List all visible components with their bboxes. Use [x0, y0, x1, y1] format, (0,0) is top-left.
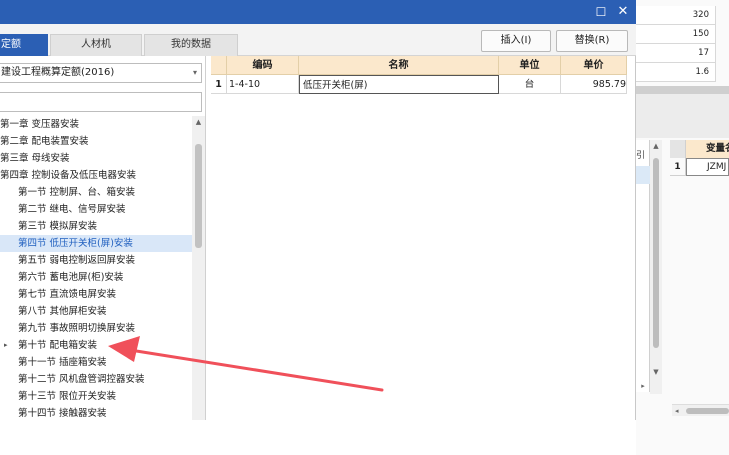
- tree-item-label: 第十三节 限位开关安装: [18, 391, 117, 402]
- tree-scroll-thumb[interactable]: [195, 144, 202, 248]
- tree-item-label: 第六节 蓄电池屏(柜)安装: [18, 272, 124, 283]
- scroll-left-icon[interactable]: ◂: [675, 405, 679, 417]
- bg-left-column: 引: [636, 140, 650, 392]
- tree-item[interactable]: 第七节 直流馈电屏安装: [0, 286, 192, 303]
- table-header-price: 单价: [561, 56, 627, 75]
- table-cell-unit[interactable]: 台: [499, 75, 561, 94]
- search-input[interactable]: [0, 92, 202, 112]
- library-select[interactable]: 建设工程概算定额(2016) ▾: [0, 63, 202, 83]
- tree-item-label: 第一章 变压器安装: [0, 119, 80, 130]
- tree-item[interactable]: 第十二节 风机盘管调控器安装: [0, 371, 192, 388]
- tree-item[interactable]: 第四章 控制设备及低压电器安装: [0, 167, 192, 184]
- tree-item[interactable]: 第二节 继电、信号屏安装: [0, 201, 192, 218]
- bg-grid-corner: [670, 140, 686, 158]
- tree-item-label: 第十二节 风机盘管调控器安装: [18, 374, 145, 385]
- bg-selected-row: [636, 166, 650, 184]
- tree-item-label: 第九节 事故照明切换屏安装: [18, 323, 136, 334]
- tree-item[interactable]: 第二章 配电装置安装: [0, 133, 192, 150]
- table-cell-name[interactable]: 低压开关柜(屏): [299, 75, 499, 94]
- tree-item[interactable]: 第三节 模拟屏安装: [0, 218, 192, 235]
- table-row-number[interactable]: 1: [211, 75, 227, 94]
- tree-item[interactable]: 第十三节 限位开关安装: [0, 388, 192, 405]
- table-cell-code[interactable]: 1-4-10: [227, 75, 299, 94]
- left-panel: 建设工程概算定额(2016) ▾ 第一章 变压器安装 第二章 配电装置安装 第三章 …: [0, 56, 206, 420]
- chevron-down-icon[interactable]: ▾: [193, 64, 197, 82]
- tree-item[interactable]: 第六节 蓄电池屏(柜)安装: [0, 269, 192, 286]
- table-header-unit: 单位: [499, 56, 561, 75]
- bg-row-cell[interactable]: JZMJ: [686, 158, 729, 176]
- tree-item-label: 第三节 模拟屏安装: [18, 221, 98, 232]
- bg-cell: 17: [636, 44, 716, 63]
- tree-item-label: 第八节 其他屏柜安装: [18, 306, 107, 317]
- tree-item-label: 第四章 控制设备及低压电器安装: [0, 170, 137, 181]
- table-header-index: [211, 56, 227, 75]
- quota-table: 编码 名称 单位 单价 1 1-4-10 低压开关柜(屏) 台 985.79: [211, 56, 627, 420]
- bg-cell: 1.6: [636, 63, 716, 82]
- bg-row-number: 1: [670, 158, 686, 176]
- tab-my-data[interactable]: 我的数据: [144, 34, 238, 56]
- chevron-right-icon[interactable]: ▸: [4, 337, 8, 354]
- tree-item[interactable]: 第四节 低压开关柜(屏)安装: [0, 235, 192, 252]
- tab-labor-material-machine[interactable]: 人材机: [50, 34, 142, 56]
- title-bar: ☐ ✕: [0, 0, 636, 24]
- table-header-code: 编码: [227, 56, 299, 75]
- close-icon[interactable]: ✕: [612, 0, 634, 24]
- scroll-up-icon[interactable]: ▲: [650, 142, 662, 150]
- tree-item[interactable]: ▸ 第十节 配电箱安装: [0, 337, 192, 354]
- tree-item-label: 第二节 继电、信号屏安装: [18, 204, 126, 215]
- bg-hscroll-thumb[interactable]: [686, 408, 729, 414]
- tab-quota[interactable]: 定额: [0, 34, 48, 56]
- insert-button[interactable]: 插入(I): [481, 30, 551, 52]
- scroll-down-icon[interactable]: ▼: [650, 368, 662, 376]
- tree-scrollbar[interactable]: ▲: [192, 116, 205, 420]
- tree-item-label: 第五节 弱电控制返回屏安装: [18, 255, 136, 266]
- table-cell-price[interactable]: 985.79: [561, 75, 627, 94]
- replace-button[interactable]: 替换(R): [556, 30, 628, 52]
- table-header-name: 名称: [299, 56, 499, 75]
- tree-item-label: 第三章 母线安装: [0, 153, 70, 164]
- tree-item-label: 第十四节 接触器安装: [18, 408, 107, 419]
- tree-item-label: 第四节 低压开关柜(屏)安装: [18, 238, 133, 249]
- tree-item[interactable]: 第三章 母线安装: [0, 150, 192, 167]
- tree-item-label: 第十一节 插座箱安装: [18, 357, 107, 368]
- scroll-right-icon[interactable]: ▸: [636, 378, 650, 394]
- tree-item-label: 第一节 控制屏、台、箱安装: [18, 187, 136, 198]
- tree-item[interactable]: 第五节 弱电控制返回屏安装: [0, 252, 192, 269]
- scroll-up-icon[interactable]: ▲: [192, 118, 205, 126]
- bg-left-column-header: 引: [636, 151, 646, 161]
- bg-horizontal-scrollbar[interactable]: ◂: [672, 404, 729, 416]
- chapter-tree: 第一章 变压器安装 第二章 配电装置安装 第三章 母线安装第四章 控制设备及低压电器…: [0, 116, 192, 420]
- tree-item[interactable]: 第一章 变压器安装: [0, 116, 192, 133]
- bg-panel: [636, 94, 729, 138]
- tree-item[interactable]: 第十一节 插座箱安装: [0, 354, 192, 371]
- library-select-value: 建设工程概算定额(2016): [1, 67, 115, 78]
- bg-grid-header: 变量名: [686, 140, 729, 158]
- tree-item[interactable]: 第八节 其他屏柜安装: [0, 303, 192, 320]
- tree-item-label: 第七节 直流馈电屏安装: [18, 289, 117, 300]
- tree-item[interactable]: 第一节 控制屏、台、箱安装: [0, 184, 192, 201]
- screen: 320 150 17 1.6 引 ▲ ▼ ▸ 变量名 1 JZMJ ◂ ☐ ✕ …: [0, 0, 729, 455]
- bg-vertical-scrollbar[interactable]: ▲ ▼: [650, 140, 662, 394]
- quota-dialog: ☐ ✕ 定额 人材机 我的数据 插入(I) 替换(R) 建设工程概算定额(201…: [0, 0, 636, 420]
- bg-splitter[interactable]: [636, 86, 729, 94]
- bg-cell: 150: [636, 25, 716, 44]
- maximize-icon[interactable]: ☐: [590, 0, 612, 24]
- tree-item[interactable]: 第十四节 接触器安装: [0, 405, 192, 420]
- bg-cell: 320: [636, 6, 716, 25]
- tree-item-label: 第十节 配电箱安装: [18, 340, 98, 351]
- bg-scroll-thumb[interactable]: [653, 158, 659, 348]
- tree-item-label: 第二章 配电装置安装: [0, 136, 89, 147]
- tree-item[interactable]: 第九节 事故照明切换屏安装: [0, 320, 192, 337]
